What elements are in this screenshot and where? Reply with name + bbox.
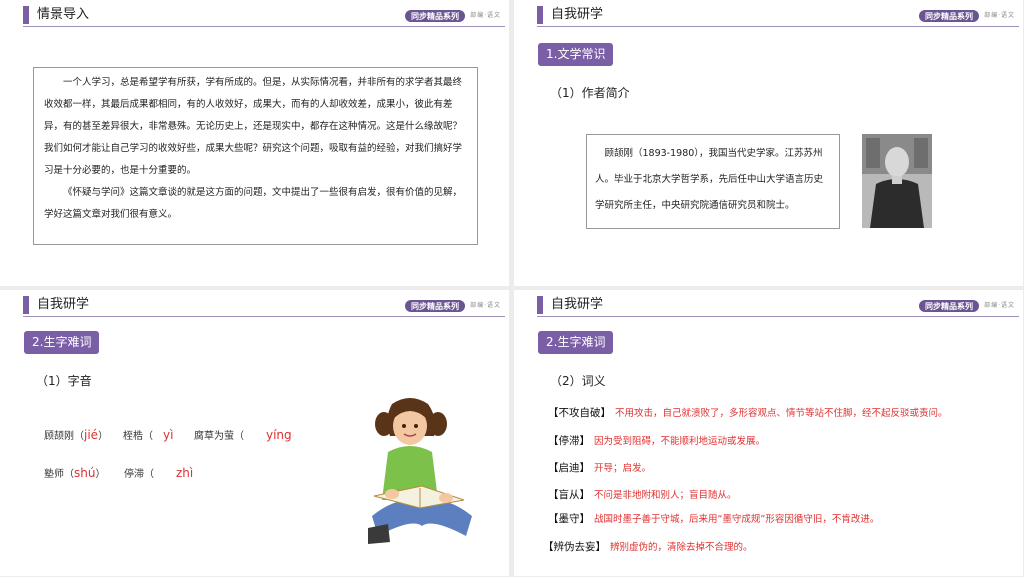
vocab-definition: 战国时墨子善于守城，后来用“墨守成规”形容因循守旧，不肯改进。 bbox=[594, 514, 880, 525]
vocab-term: 【盲从】 bbox=[548, 489, 590, 501]
series-subtitle: 部编·语文 bbox=[470, 12, 501, 19]
pinyin: shú bbox=[74, 466, 96, 480]
vocab-item: 【启迪】 开导；启发。 bbox=[548, 460, 651, 475]
slide-title: 情景导入 bbox=[37, 7, 90, 22]
intro-paragraph-1: 一个人学习，总是希望学有所获，学有所成的。但是，从实际情况看，并非所有的求学者其… bbox=[44, 77, 463, 176]
header-accent-bar bbox=[23, 6, 29, 24]
series-subtitle: 部编·语文 bbox=[470, 302, 501, 309]
author-bio-box: 顾颉刚（1893-1980），我国当代史学家。江苏苏州人。毕业于北京大学哲学系，… bbox=[586, 134, 840, 229]
pinyin-item: 顾颉刚（jié） bbox=[44, 428, 109, 442]
vocab-item: 【墨守】 战国时墨子善于守城，后来用“墨守成规”形容因循守旧，不肯改进。 bbox=[548, 511, 879, 526]
vocab-item: 【不攻自破】 不用攻击，自己就溃败了，多形容观点、情节等站不住脚，经不起反驳或责问… bbox=[548, 405, 948, 420]
series-badge: 同步精品系列 bbox=[919, 10, 979, 22]
header-divider bbox=[23, 316, 505, 317]
vocab-definition: 开导；启发。 bbox=[594, 463, 652, 474]
header-divider bbox=[23, 26, 505, 27]
vocab-term: 【辨伪去妄】 bbox=[543, 541, 606, 553]
vocab-term: 【停滞】 bbox=[548, 435, 590, 447]
pinyin: yíng bbox=[266, 428, 292, 442]
girl-reading-illustration bbox=[362, 396, 482, 554]
series-subtitle: 部编·语文 bbox=[984, 12, 1015, 19]
vocab-definition: 辨别虚伪的，清除去掉不合理的。 bbox=[610, 542, 753, 553]
section-pill: 2.生字难词 bbox=[24, 331, 100, 354]
slide-title: 自我研学 bbox=[551, 7, 604, 22]
series-subtitle: 部编·语文 bbox=[984, 302, 1015, 309]
slide-author[interactable]: 自我研学 同步精品系列 部编·语文 1.文学常识 （1）作者简介 顾颉刚（189… bbox=[514, 0, 1023, 286]
pinyin-item: 停滞（ zhì bbox=[124, 466, 194, 480]
pinyin-item: 塾师（shú） bbox=[44, 466, 106, 480]
vocab-term: 【墨守】 bbox=[548, 513, 590, 525]
series-badge: 同步精品系列 bbox=[405, 300, 465, 312]
vocab-definition: 不用攻击，自己就溃败了，多形容观点、情节等站不住脚，经不起反驳或责问。 bbox=[615, 408, 948, 419]
series-badge: 同步精品系列 bbox=[919, 300, 979, 312]
section-pill: 1.文学常识 bbox=[538, 43, 614, 66]
intro-paragraph-2: 《怀疑与学问》这篇文章谈的就是这方面的问题，文中提出了一些很有启发，很有价值的见… bbox=[44, 187, 463, 220]
pinyin-item: 桎梏（ yì bbox=[123, 428, 174, 442]
slide-title: 自我研学 bbox=[551, 297, 604, 312]
slide-pronunciation[interactable]: 自我研学 同步精品系列 部编·语文 2.生字难词 （1）字音 顾颉刚（jié） … bbox=[0, 290, 509, 576]
pinyin: yì bbox=[163, 428, 174, 442]
slide-intro[interactable]: 情景导入 同步精品系列 部编·语文 一个人学习，总是希望学有所获，学有所成的。但… bbox=[0, 0, 509, 286]
pinyin-item: 腐草为萤（ yíng bbox=[194, 428, 292, 442]
header-accent-bar bbox=[537, 6, 543, 24]
slide-vocabulary[interactable]: 自我研学 同步精品系列 部编·语文 2.生字难词 （2）词义 【不攻自破】 不用攻… bbox=[514, 290, 1023, 576]
section-subtitle: （2）词义 bbox=[550, 374, 606, 388]
intro-text-box: 一个人学习，总是希望学有所获，学有所成的。但是，从实际情况看，并非所有的求学者其… bbox=[33, 67, 478, 245]
pinyin: zhì bbox=[176, 466, 194, 480]
header-accent-bar bbox=[23, 296, 29, 314]
vocab-term: 【不攻自破】 bbox=[548, 407, 611, 419]
series-badge: 同步精品系列 bbox=[405, 10, 465, 22]
section-subtitle: （1）字音 bbox=[36, 374, 92, 388]
vocab-item: 【辨伪去妄】 辨别虚伪的，清除去掉不合理的。 bbox=[543, 539, 753, 554]
vocab-term: 【启迪】 bbox=[548, 462, 590, 474]
header-divider bbox=[537, 26, 1019, 27]
vocab-item: 【停滞】 因为受到阻碍，不能顺利地运动或发展。 bbox=[548, 433, 765, 448]
header-divider bbox=[537, 316, 1019, 317]
vocab-item: 【盲从】 不问是非地附和别人；盲目随从。 bbox=[548, 487, 737, 502]
vocab-definition: 不问是非地附和别人；盲目随从。 bbox=[594, 490, 737, 501]
author-photo bbox=[862, 134, 932, 228]
section-subtitle: （1）作者简介 bbox=[550, 86, 630, 100]
vocab-definition: 因为受到阻碍，不能顺利地运动或发展。 bbox=[594, 436, 766, 447]
section-pill: 2.生字难词 bbox=[538, 331, 614, 354]
header-accent-bar bbox=[537, 296, 543, 314]
pinyin: jié bbox=[84, 428, 99, 442]
slide-title: 自我研学 bbox=[37, 297, 90, 312]
